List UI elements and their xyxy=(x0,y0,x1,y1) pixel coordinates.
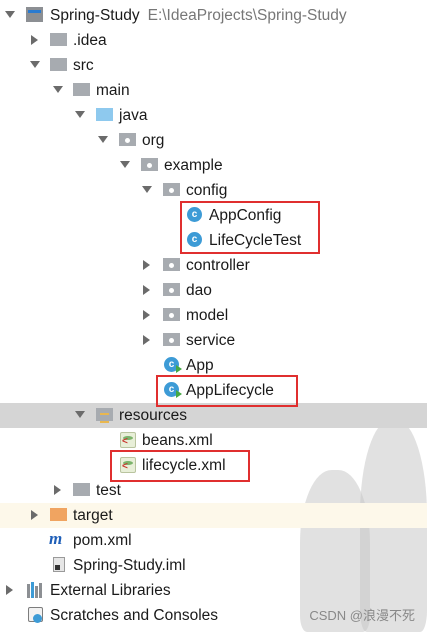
tree-row-iml[interactable]: Spring-Study.iml xyxy=(0,553,427,578)
package-icon xyxy=(163,308,180,321)
highlight-box-config-classes xyxy=(180,201,320,254)
tree-label-test: test xyxy=(96,482,121,499)
tree-label-main: main xyxy=(96,82,130,99)
tree-label-java: java xyxy=(119,107,148,124)
tree-row-pom-xml[interactable]: m pom.xml xyxy=(0,528,427,553)
chevron-down-icon[interactable] xyxy=(75,411,85,418)
chevron-right-icon[interactable] xyxy=(143,335,150,345)
folder-icon xyxy=(50,58,67,71)
tree-row-dao[interactable]: dao xyxy=(0,278,427,303)
watermark: CSDN @浪漫不死 xyxy=(309,608,415,623)
project-module-icon xyxy=(26,7,43,22)
tree-row-idea[interactable]: .idea xyxy=(0,28,427,53)
maven-icon: m xyxy=(49,529,63,548)
package-icon xyxy=(163,258,180,271)
chevron-right-icon[interactable] xyxy=(6,585,13,595)
package-icon xyxy=(119,133,136,146)
tree-row-config[interactable]: config xyxy=(0,178,427,203)
tree-row-java[interactable]: java xyxy=(0,103,427,128)
chevron-down-icon[interactable] xyxy=(75,111,85,118)
chevron-down-icon[interactable] xyxy=(142,186,152,193)
package-icon xyxy=(163,333,180,346)
tree-row-project-root[interactable]: Spring-Study E:\IdeaProjects\Spring-Study xyxy=(0,3,427,28)
tree-row-external-libraries[interactable]: External Libraries xyxy=(0,578,427,603)
scratches-icon xyxy=(28,607,43,623)
package-icon xyxy=(163,283,180,296)
tree-row-model[interactable]: model xyxy=(0,303,427,328)
tree-label-org: org xyxy=(142,132,165,149)
tree-label-resources: resources xyxy=(119,407,188,424)
tree-row-org[interactable]: org xyxy=(0,128,427,153)
tree-label-beans-xml: beans.xml xyxy=(142,432,213,449)
libraries-icon xyxy=(27,582,44,598)
chevron-down-icon[interactable] xyxy=(98,136,108,143)
tree-row-src[interactable]: src xyxy=(0,53,427,78)
chevron-right-icon[interactable] xyxy=(143,285,150,295)
folder-icon xyxy=(73,83,90,96)
chevron-right-icon[interactable] xyxy=(31,35,38,45)
folder-icon xyxy=(50,33,67,46)
tree-row-example[interactable]: example xyxy=(0,153,427,178)
chevron-right-icon[interactable] xyxy=(31,510,38,520)
chevron-down-icon[interactable] xyxy=(5,11,15,18)
tree-row-target[interactable]: target xyxy=(0,503,427,528)
excluded-folder-icon xyxy=(50,508,67,521)
tree-row-service[interactable]: service xyxy=(0,328,427,353)
tree-label-idea: .idea xyxy=(73,32,107,49)
chevron-down-icon[interactable] xyxy=(53,86,63,93)
package-icon xyxy=(163,183,180,196)
tree-label-app: App xyxy=(186,357,214,374)
tree-label-src: src xyxy=(73,57,94,74)
spring-xml-icon xyxy=(120,432,136,448)
tree-label-controller: controller xyxy=(186,257,250,274)
project-name: Spring-Study xyxy=(50,7,140,24)
tree-row-main[interactable]: main xyxy=(0,78,427,103)
chevron-down-icon[interactable] xyxy=(120,161,130,168)
module-file-icon xyxy=(53,557,65,572)
resources-folder-icon xyxy=(96,408,113,423)
highlight-box-lifecycle-xml xyxy=(110,450,250,482)
tree-row-controller[interactable]: controller xyxy=(0,253,427,278)
source-folder-icon xyxy=(96,108,113,121)
tree-label-iml: Spring-Study.iml xyxy=(73,557,186,574)
tree-label-external-libraries: External Libraries xyxy=(50,582,171,599)
folder-icon xyxy=(73,483,90,496)
tree-label-service: service xyxy=(186,332,236,349)
runnable-class-icon: c xyxy=(164,357,182,373)
project-path: E:\IdeaProjects\Spring-Study xyxy=(147,7,347,24)
tree-label-dao: dao xyxy=(186,282,212,299)
tree-label-example: example xyxy=(164,157,223,174)
tree-label-config: config xyxy=(186,182,228,199)
chevron-right-icon[interactable] xyxy=(143,310,150,320)
highlight-box-applifecycle xyxy=(156,375,298,407)
tree-label-pom-xml: pom.xml xyxy=(73,532,132,549)
chevron-down-icon[interactable] xyxy=(30,61,40,68)
project-tree: Spring-Study E:\IdeaProjects\Spring-Study… xyxy=(0,0,427,632)
tree-label-model: model xyxy=(186,307,229,324)
chevron-right-icon[interactable] xyxy=(54,485,61,495)
tree-label-target: target xyxy=(73,507,113,524)
chevron-right-icon[interactable] xyxy=(143,260,150,270)
package-icon xyxy=(141,158,158,171)
tree-label-scratches: Scratches and Consoles xyxy=(50,607,219,624)
